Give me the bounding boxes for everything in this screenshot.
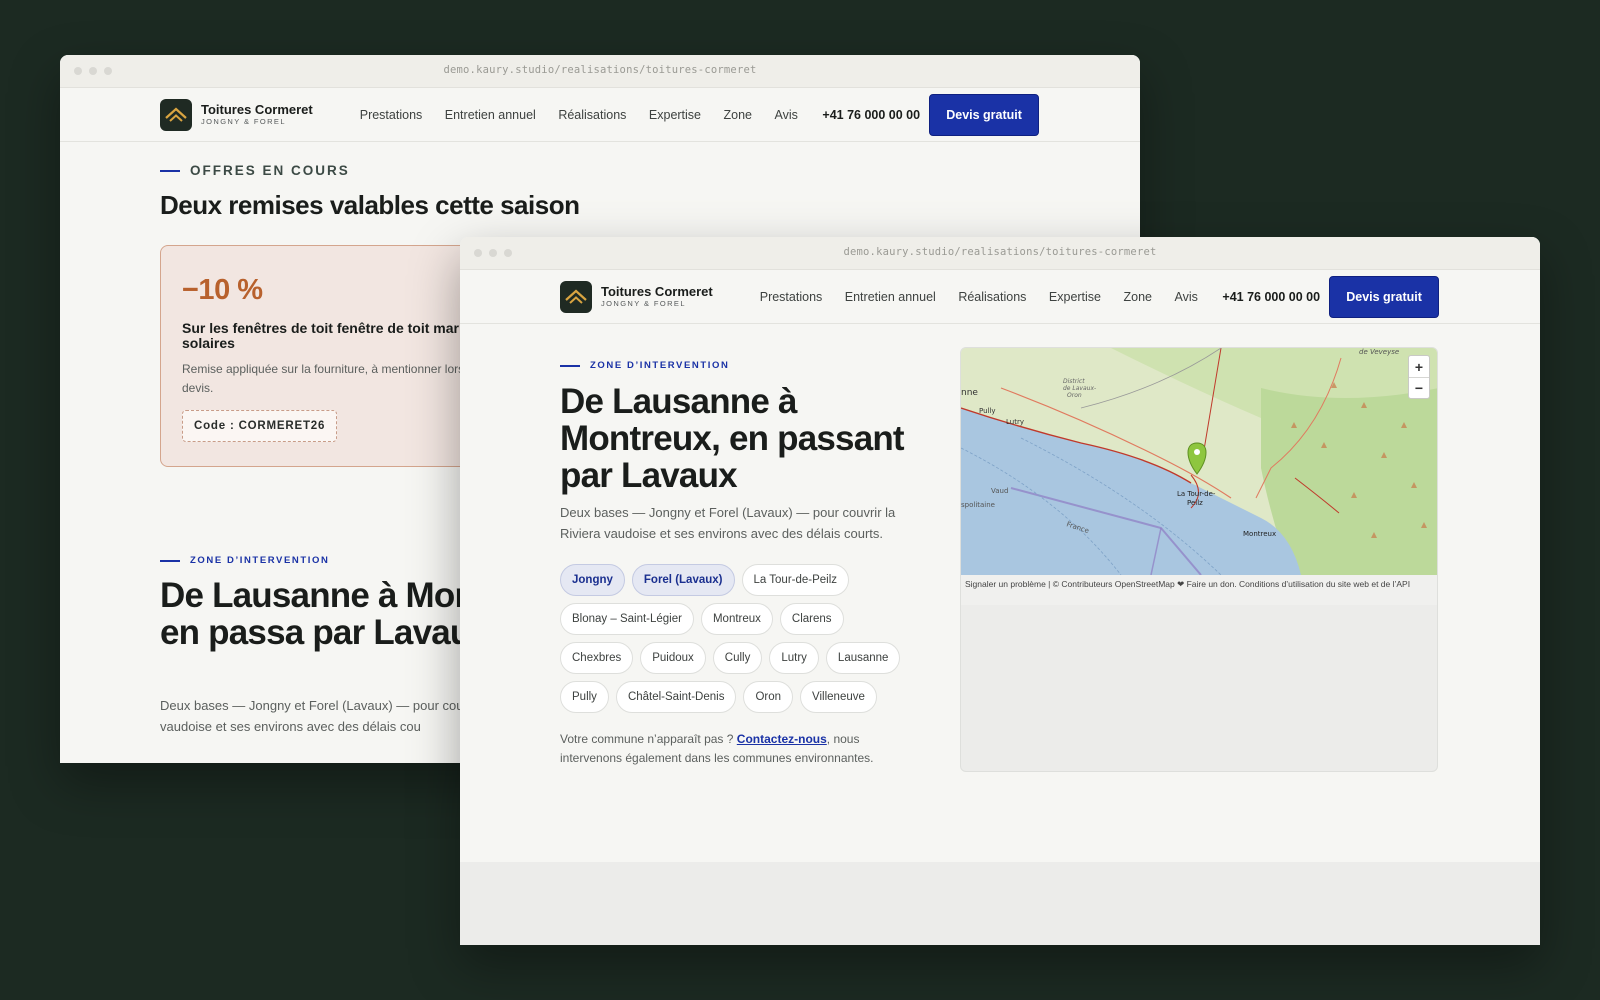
brand-name: Toitures Cormeret (201, 102, 313, 118)
commune-chip[interactable]: Cully (712, 642, 763, 674)
commune-chip[interactable]: La Tour-de-Peilz (741, 564, 850, 596)
map-label: La Tour-de- (1177, 490, 1216, 498)
map[interactable]: nne Pully Lutry District de Lavaux- Oron… (960, 347, 1438, 772)
nav-links: Prestations Entretien annuel Réalisation… (360, 108, 821, 122)
zone-title: De Lausanne à Montreux, en passant par L… (560, 382, 905, 495)
nav-link-zone[interactable]: Zone (724, 108, 753, 122)
nav-link-realisations[interactable]: Réalisations (958, 290, 1026, 304)
map-tiles[interactable]: nne Pully Lutry District de Lavaux- Oron… (961, 348, 1438, 575)
nav-link-expertise[interactable]: Expertise (1049, 290, 1101, 304)
map-label: nne (961, 388, 978, 398)
commune-chip[interactable]: Pully (560, 681, 609, 713)
commune-chip[interactable]: Oron (743, 681, 794, 713)
phone-link[interactable]: +41 76 000 00 00 (1222, 290, 1320, 304)
map-label: Peilz (1187, 499, 1203, 507)
map-label: de Veveyse (1359, 348, 1399, 356)
commune-chip[interactable]: Montreux (700, 603, 773, 635)
commune-chip[interactable]: Chexbres (560, 642, 634, 674)
commune-chip[interactable]: Clarens (779, 603, 844, 635)
zone-eyebrow-text: ZONE D’INTERVENTION (590, 360, 730, 371)
zone-note: Votre commune n’apparaît pas ? Contactez… (560, 730, 900, 768)
zone-eyebrow-text: ZONE D’INTERVENTION (190, 555, 330, 566)
zone-eyebrow: ZONE D’INTERVENTION (160, 555, 329, 566)
map-label: Oron (1067, 392, 1082, 399)
nav-link-entretien[interactable]: Entretien annuel (445, 108, 536, 122)
browser-chrome: demo.kaury.studio/realisations/toitures-… (60, 55, 1140, 88)
map-label: Vaud (991, 487, 1008, 495)
brand[interactable]: Toitures Cormeret JONGNY & FOREL (201, 103, 313, 126)
address-bar[interactable]: demo.kaury.studio/realisations/toitures-… (60, 64, 1140, 76)
brand-subtitle: JONGNY & FOREL (601, 299, 686, 309)
brand-name: Toitures Cormeret (601, 284, 713, 300)
quote-button[interactable]: Devis gratuit (929, 93, 1040, 136)
offer-heading: Sur les fenêtres de toit fenêtre de toit… (182, 320, 459, 351)
zoom-in-button[interactable]: + (1409, 356, 1429, 377)
commune-chip[interactable]: Villeneuve (800, 681, 877, 713)
commune-chip[interactable]: Lausanne (825, 642, 901, 674)
eyebrow-rule (160, 169, 180, 172)
map-attribution[interactable]: Signaler un problème | © Contributeurs O… (961, 575, 1437, 605)
map-label: spolitaine (961, 501, 995, 509)
note-text: Votre commune n’apparaît pas ? (560, 732, 737, 746)
quote-button[interactable]: Devis gratuit (1329, 275, 1440, 318)
commune-chip[interactable]: Blonay – Saint-Légier (560, 603, 694, 635)
site-header: Toitures Cormeret JONGNY & FOREL Prestat… (60, 88, 1140, 142)
map-label: Montreux (1243, 530, 1276, 538)
nav-link-expertise[interactable]: Expertise (649, 108, 701, 122)
commune-chip[interactable]: Lutry (769, 642, 819, 674)
nav-link-prestations[interactable]: Prestations (360, 108, 423, 122)
offers-title: Deux remises valables cette saison (160, 190, 580, 220)
map-label: District (1063, 378, 1085, 385)
offer-description: Remise appliquée sur la fourniture, à me… (182, 362, 481, 395)
zone-description: Deux bases — Jongny et Forel (Lavaux) — … (560, 505, 896, 541)
map-label: de Lavaux- (1063, 385, 1096, 392)
address-bar[interactable]: demo.kaury.studio/realisations/toitures-… (460, 246, 1540, 258)
offers-eyebrow: OFFRES EN COURS (160, 163, 350, 178)
commune-chip[interactable]: Jongny (560, 564, 625, 596)
eyebrow-rule (160, 559, 180, 562)
site-header: Toitures Cormeret JONGNY & FOREL Prestat… (460, 270, 1540, 324)
roof-logo-icon[interactable] (560, 280, 592, 313)
contact-link[interactable]: Contactez-nous (737, 732, 827, 746)
brand[interactable]: Toitures Cormeret JONGNY & FOREL (601, 285, 713, 308)
zone-eyebrow: ZONE D’INTERVENTION (560, 360, 729, 371)
map-label: Lutry (1006, 418, 1024, 426)
commune-chip[interactable]: Forel (Lavaux) (631, 564, 735, 596)
nav-link-realisations[interactable]: Réalisations (558, 108, 626, 122)
nav-link-zone[interactable]: Zone (1124, 290, 1153, 304)
nav-link-avis[interactable]: Avis (775, 108, 798, 122)
next-section (460, 862, 1540, 945)
offer-code[interactable]: Code : CORMERET26 (182, 410, 338, 442)
commune-chip[interactable]: Puidoux (640, 642, 706, 674)
zoom-out-button[interactable]: − (1409, 377, 1429, 398)
nav-link-entretien[interactable]: Entretien annuel (845, 290, 936, 304)
offers-eyebrow-text: OFFRES EN COURS (190, 163, 350, 178)
map-zoom-controls: + − (1408, 355, 1430, 399)
nav-link-prestations[interactable]: Prestations (760, 290, 823, 304)
map-label: Pully (979, 407, 996, 415)
commune-chips: Jongny Forel (Lavaux) La Tour-de-Peilz Blon… (560, 564, 910, 713)
nav-link-avis[interactable]: Avis (1175, 290, 1198, 304)
browser-chrome: demo.kaury.studio/realisations/toitures-… (460, 237, 1540, 270)
roof-logo-icon[interactable] (160, 98, 192, 131)
brand-subtitle: JONGNY & FOREL (201, 117, 286, 127)
browser-window-front: demo.kaury.studio/realisations/toitures-… (460, 237, 1540, 945)
phone-link[interactable]: +41 76 000 00 00 (822, 108, 920, 122)
eyebrow-rule (560, 364, 580, 367)
nav-links: Prestations Entretien annuel Réalisation… (760, 290, 1221, 304)
commune-chip[interactable]: Châtel-Saint-Denis (615, 681, 737, 713)
